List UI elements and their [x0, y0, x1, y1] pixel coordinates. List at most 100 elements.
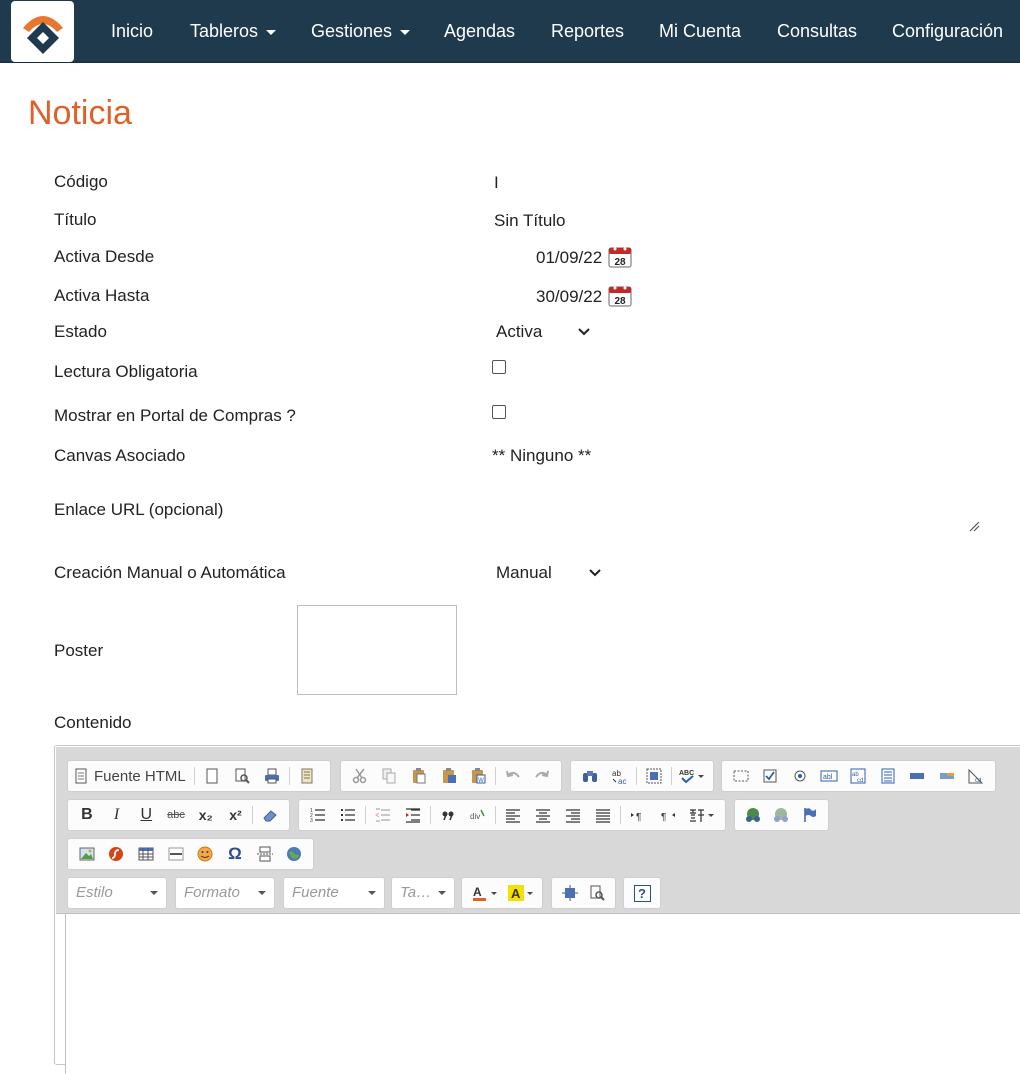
- horizontal-rule-button[interactable]: [161, 841, 191, 867]
- outdent-button[interactable]: [368, 802, 398, 828]
- text-field-button[interactable]: abl: [814, 763, 843, 789]
- italic-button[interactable]: I: [102, 802, 132, 828]
- activa-desde-value[interactable]: 01/09/22: [536, 248, 602, 268]
- cut-button[interactable]: [345, 763, 375, 789]
- subscript-icon: x₂: [198, 807, 213, 823]
- paste-button[interactable]: [404, 763, 434, 789]
- ltr-button[interactable]: ¶: [623, 802, 653, 828]
- nav-gestiones[interactable]: Gestiones: [311, 0, 411, 63]
- background-color-button[interactable]: A: [502, 880, 538, 906]
- toolbar-group-editing: ab ac ABC: [570, 760, 714, 792]
- checkbox-field-button[interactable]: [755, 763, 784, 789]
- editor-content-area[interactable]: [65, 914, 1020, 1074]
- activa-hasta-value[interactable]: 30/09/22: [536, 287, 602, 307]
- bold-button[interactable]: B: [72, 802, 102, 828]
- style-combo[interactable]: Estilo: [67, 877, 167, 909]
- indent-button[interactable]: [398, 802, 428, 828]
- strike-button[interactable]: abc: [161, 802, 191, 828]
- maximize-icon: [561, 885, 578, 901]
- unlink-button[interactable]: [767, 802, 795, 828]
- iframe-button[interactable]: [279, 841, 309, 867]
- size-combo[interactable]: Ta…: [391, 877, 455, 909]
- page-break-button[interactable]: [250, 841, 280, 867]
- bulleted-list-button[interactable]: [333, 802, 363, 828]
- link-icon: [746, 808, 761, 822]
- background-color-icon: A: [508, 885, 524, 901]
- select-field-button[interactable]: [873, 763, 902, 789]
- source-html-button[interactable]: Fuente HTML: [72, 763, 192, 789]
- app-logo[interactable]: [11, 1, 74, 62]
- remove-format-button[interactable]: [255, 802, 285, 828]
- unlink-icon: [774, 808, 789, 822]
- nav-agendas[interactable]: Agendas: [444, 0, 515, 63]
- text-color-button[interactable]: A: [466, 880, 502, 906]
- anchor-button[interactable]: [796, 802, 824, 828]
- select-all-button[interactable]: [639, 763, 669, 789]
- preview-button[interactable]: [227, 763, 257, 789]
- new-page-button[interactable]: [197, 763, 227, 789]
- enlace-textarea[interactable]: [492, 496, 982, 536]
- redo-button[interactable]: [527, 763, 557, 789]
- numbered-list-button[interactable]: 123: [303, 802, 333, 828]
- maximize-button[interactable]: [556, 880, 584, 906]
- paste-word-button[interactable]: W: [463, 763, 493, 789]
- flash-button[interactable]: [102, 841, 132, 867]
- justify-button[interactable]: [588, 802, 618, 828]
- mostrar-portal-checkbox[interactable]: [492, 405, 506, 419]
- nav-configuracion[interactable]: Configuración: [892, 0, 1003, 63]
- copy-button[interactable]: [375, 763, 405, 789]
- radio-field-button[interactable]: [785, 763, 814, 789]
- poster-image-box[interactable]: [297, 605, 457, 695]
- font-combo[interactable]: Fuente: [283, 877, 385, 909]
- nav-inicio[interactable]: Inicio: [111, 0, 153, 63]
- canvas-value[interactable]: ** Ninguno **: [492, 446, 591, 466]
- toolbar-group-forms: abl ab cd cd: [721, 760, 996, 792]
- find-button[interactable]: [575, 763, 605, 789]
- align-left-button[interactable]: [498, 802, 528, 828]
- underline-button[interactable]: U: [131, 802, 161, 828]
- blockquote-button[interactable]: [433, 802, 463, 828]
- spellcheck-button[interactable]: ABC: [674, 763, 709, 789]
- templates-button[interactable]: [292, 763, 322, 789]
- rtl-button[interactable]: ¶: [653, 802, 683, 828]
- create-div-button[interactable]: div: [463, 802, 493, 828]
- textarea-field-button[interactable]: ab cd: [844, 763, 873, 789]
- resize-handle-icon[interactable]: [968, 520, 980, 532]
- replace-button[interactable]: ab ac: [605, 763, 635, 789]
- align-center-icon: [536, 809, 550, 823]
- lectura-obligatoria-checkbox[interactable]: [492, 360, 506, 374]
- nav-mi-cuenta[interactable]: Mi Cuenta: [659, 0, 741, 63]
- link-button[interactable]: [739, 802, 767, 828]
- source-html-label: Fuente HTML: [94, 767, 186, 785]
- align-right-button[interactable]: [558, 802, 588, 828]
- superscript-button[interactable]: x²: [221, 802, 251, 828]
- calendar-icon[interactable]: 28: [608, 285, 632, 307]
- paste-text-button[interactable]: [434, 763, 464, 789]
- templates-icon: [301, 768, 313, 784]
- creacion-selected: Manual: [496, 563, 552, 582]
- nav-consultas[interactable]: Consultas: [777, 0, 857, 63]
- smiley-button[interactable]: [191, 841, 221, 867]
- about-button[interactable]: ?: [627, 880, 657, 906]
- nav-tableros[interactable]: Tableros: [190, 0, 277, 63]
- align-center-button[interactable]: [528, 802, 558, 828]
- button-field-button[interactable]: [903, 763, 932, 789]
- nav-reportes[interactable]: Reportes: [551, 0, 624, 63]
- subscript-button[interactable]: x₂: [191, 802, 221, 828]
- creacion-select[interactable]: Manual: [496, 563, 606, 583]
- calendar-icon[interactable]: 28: [608, 246, 632, 268]
- form-button[interactable]: [726, 763, 755, 789]
- undo-button[interactable]: [498, 763, 528, 789]
- hidden-field-button[interactable]: cd: [962, 763, 991, 789]
- show-blocks-button[interactable]: [584, 880, 612, 906]
- special-char-button[interactable]: Ω: [220, 841, 250, 867]
- style-combo-label: Estilo: [76, 884, 113, 901]
- estado-select[interactable]: Activa: [496, 322, 596, 342]
- language-button[interactable]: [683, 802, 719, 828]
- print-button[interactable]: [257, 763, 287, 789]
- italic-icon: I: [113, 806, 120, 823]
- table-button[interactable]: [131, 841, 161, 867]
- image-button[interactable]: [72, 841, 102, 867]
- format-combo[interactable]: Formato: [175, 877, 275, 909]
- image-button-field-button[interactable]: [932, 763, 961, 789]
